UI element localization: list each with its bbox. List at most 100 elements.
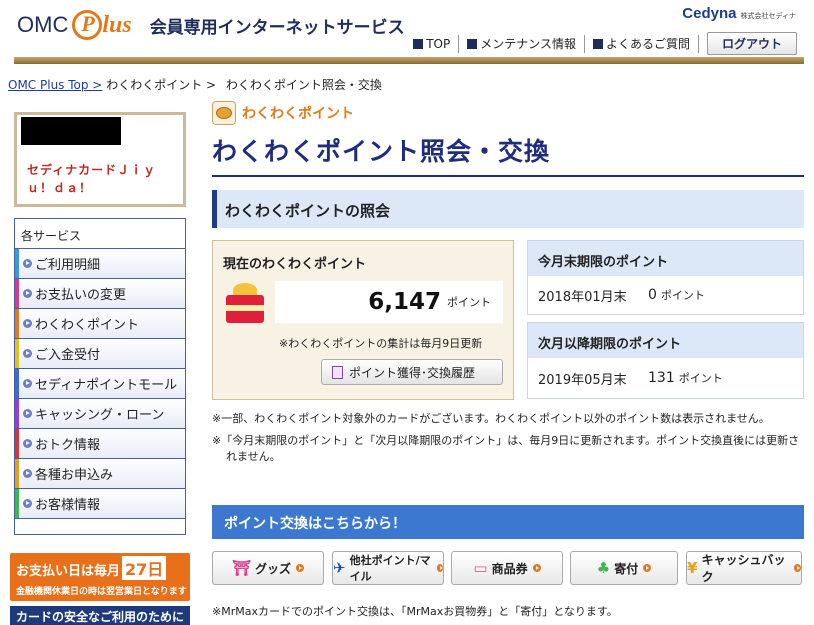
expiry-this-month-date: 2018年01月末	[538, 289, 627, 305]
document-icon	[332, 365, 343, 379]
arrow-bullet-icon	[23, 289, 32, 298]
notes: ※一部、わくわくポイント対象外のカードがございます。わくわくポイント以外のポイン…	[212, 411, 804, 471]
exchange-cashback-button[interactable]: ¥ キャッシュバック	[686, 551, 802, 585]
arrow-right-icon	[532, 564, 541, 572]
sidebar-item-label: おトク情報	[35, 438, 101, 453]
expiry-next-unit: ポイント	[678, 372, 723, 385]
sidebar-item-cashing-loan[interactable]: キャッシング・ローン	[15, 399, 185, 429]
item-stripe	[15, 279, 19, 308]
safe-usage-banner[interactable]: カードの安全なご利用のために	[10, 606, 190, 625]
sidebar-item-point-mall[interactable]: セディナポイントモール	[15, 369, 185, 399]
logo-p-icon	[72, 10, 103, 40]
breadcrumb-home-link[interactable]: OMC Plus Top >	[8, 78, 102, 92]
pay-banner-text: お支払い日は毎月	[16, 564, 121, 579]
logo-plus-text: lus	[102, 11, 132, 38]
arrow-right-icon	[643, 564, 652, 572]
arrow-bullet-icon	[23, 499, 32, 508]
sidebar-item-label: ご利用明細	[35, 258, 101, 273]
sidebar-item-label: お客様情報	[35, 498, 101, 513]
coin-icon	[212, 101, 236, 125]
expiry-this-month-title: 今月末期限のポイント	[528, 241, 803, 276]
services-menu: 各サービス ご利用明細 お支払いの変更 わくわくポイント ご入金受付 セディナポ…	[14, 218, 186, 535]
nav-top-link[interactable]: TOP	[405, 34, 460, 53]
current-points-panel: 現在のわくわくポイント 6,147 ポイント ※わくわくポイントの集計は毎月9日…	[212, 240, 514, 400]
redacted-username	[21, 117, 121, 145]
sidebar-item-label: セディナポイントモール	[35, 378, 178, 393]
sidebar-item-label: お支払いの変更	[35, 288, 127, 303]
arrow-right-icon	[793, 564, 801, 572]
gift-icon: ⛩	[231, 559, 252, 577]
current-points-unit: ポイント	[447, 296, 491, 309]
category-row: わくわくポイント	[212, 101, 354, 125]
category-label: わくわくポイント	[242, 106, 354, 122]
arrow-bullet-icon	[23, 409, 32, 418]
expiry-next-row: 2019年05月末 131 ポイント	[528, 358, 803, 398]
arrow-bullet-icon	[23, 349, 32, 358]
note-item: ※一部、わくわくポイント対象外のカードがございます。わくわくポイント以外のポイン…	[212, 412, 770, 425]
exchange-cashback-label: キャッシュバック	[701, 553, 786, 584]
sidebar-item-customer-info[interactable]: お客様情報	[15, 489, 185, 519]
omc-plus-logo[interactable]: OMC lus 会員専用インターネットサービス	[17, 8, 405, 42]
exchange-voucher-button[interactable]: ▭ 商品券	[451, 551, 563, 585]
expiry-this-month-row: 2018年01月末 0 ポイント	[528, 276, 803, 314]
arrow-bullet-icon	[23, 259, 32, 268]
exchange-goods-label: グッズ	[255, 561, 292, 576]
logo-omc-text: OMC	[17, 12, 69, 37]
pay-banner-main: お支払い日は毎月 27日	[16, 556, 167, 580]
item-stripe	[15, 399, 19, 428]
point-history-label: ポイント獲得･交換履歴	[349, 365, 476, 380]
expiry-next-value: 131	[648, 370, 675, 386]
expiry-this-month-panel: 今月末期限のポイント 2018年01月末 0 ポイント	[527, 240, 804, 315]
sidebar-item-deposit[interactable]: ご入金受付	[15, 339, 185, 369]
services-title: 各サービス	[15, 219, 185, 249]
sidebar-item-wakuwaku-points[interactable]: わくわくポイント	[15, 309, 185, 339]
item-stripe	[15, 429, 19, 458]
note-item: ※「今月末期限のポイント」と「次月以降期限のポイント」は、毎月9日に更新されます…	[212, 434, 800, 463]
nav-maintenance-link[interactable]: メンテナンス情報	[459, 34, 585, 53]
breadcrumb-current: わくわくポイント照会・交換	[225, 78, 382, 92]
voucher-icon: ▭	[473, 559, 488, 577]
sidebar-item-label: ご入金受付	[35, 348, 101, 363]
card-name: セディナカードＪｉｙｕ！ｄａ！	[27, 163, 157, 195]
yen-icon: ¥	[687, 559, 698, 577]
point-history-button[interactable]: ポイント獲得･交換履歴	[321, 359, 503, 385]
plane-icon: ✈	[333, 559, 346, 577]
section-heading: わくわくポイントの照会	[212, 190, 804, 228]
exchange-goods-button[interactable]: ⛩ グッズ	[212, 551, 324, 585]
points-update-note: ※わくわくポイントの集計は毎月9日更新	[279, 337, 483, 350]
expiry-next-title: 次月以降期限のポイント	[528, 323, 803, 358]
item-stripe	[15, 459, 19, 488]
header: OMC lus 会員専用インターネットサービス Cedyna株式会社セディナ T…	[0, 0, 814, 64]
arrow-bullet-icon	[23, 469, 32, 478]
nav-faq-link[interactable]: よくあるご質問	[585, 34, 699, 53]
logout-button[interactable]: ログアウト	[706, 32, 797, 55]
exchange-donation-button[interactable]: ♣ 寄付	[570, 551, 678, 585]
current-points-value: 6,147	[368, 289, 441, 315]
sidebar-item-statements[interactable]: ご利用明細	[15, 249, 185, 279]
arrow-bullet-icon	[23, 319, 32, 328]
pay-banner-day: 27日	[122, 556, 167, 580]
exchange-other-points-button[interactable]: ✈ 他社ポイント/マイル	[332, 551, 444, 585]
payment-day-banner[interactable]: お支払い日は毎月 27日 金融機関休業日の時は翌営業日となります	[10, 553, 190, 601]
nav-maintenance-label: メンテナンス情報	[480, 37, 576, 51]
expiry-this-month-value: 0	[648, 287, 657, 303]
expiry-next-panel: 次月以降期限のポイント 2019年05月末 131 ポイント	[527, 322, 804, 399]
sidebar-item-applications[interactable]: 各種お申込み	[15, 459, 185, 489]
point-gift-icon	[223, 281, 267, 325]
sidebar-item-payment-change[interactable]: お支払いの変更	[15, 279, 185, 309]
breadcrumb-level1: わくわくポイント >	[106, 78, 217, 92]
expiry-this-month-unit: ポイント	[660, 289, 705, 302]
info-icon	[467, 38, 478, 49]
points-display: 6,147 ポイント	[275, 281, 503, 323]
sidebar-item-deals[interactable]: おトク情報	[15, 429, 185, 459]
arrow-bullet-icon	[23, 379, 32, 388]
sidebar-item-label: わくわくポイント	[35, 318, 140, 333]
breadcrumb: OMC Plus Top > わくわくポイント > わくわくポイント照会・交換	[8, 76, 388, 93]
item-stripe	[15, 309, 19, 338]
sprout-icon: ♣	[596, 559, 611, 577]
exchange-donation-label: 寄付	[614, 561, 639, 576]
header-divider	[14, 57, 804, 64]
arrow-right-icon	[436, 564, 443, 572]
cedyna-name: Cedyna	[682, 5, 737, 22]
pay-banner-sub: 金融機関休業日の時は翌営業日となります	[16, 587, 187, 597]
